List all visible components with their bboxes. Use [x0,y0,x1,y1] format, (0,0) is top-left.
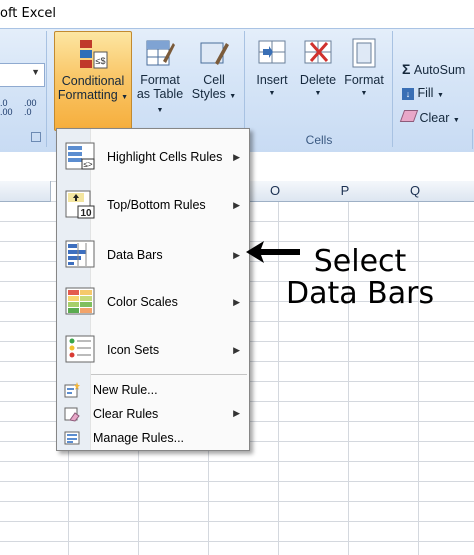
conditional-formatting-menu: ≤> Highlight Cells Rules ▶ 10 Top/Bottom… [56,128,250,451]
cell-styles-label-2: Styles ▼ [191,87,237,101]
manage-rules-icon [64,430,80,446]
eraser-icon [399,110,419,122]
submenu-arrow-icon: ▶ [233,408,240,418]
svg-text:10: 10 [80,208,92,219]
dialog-launcher-icon[interactable] [31,132,41,142]
menu-item-manage-rules[interactable]: Manage Rules... [57,427,249,449]
chevron-down-icon: ▼ [314,90,322,97]
format-as-table-label-1: Format [140,73,180,87]
new-rule-icon [64,382,80,398]
svg-text:≤>: ≤> [83,160,92,169]
format-label: Format [344,73,384,87]
autosum-label: AutoSum [413,63,466,77]
chevron-down-icon: ▼ [31,67,40,77]
color-scales-icon [64,285,96,317]
column-header-q[interactable]: Q [380,181,451,202]
top-bottom-icon: 10 [64,188,96,220]
icon-sets-icon [64,333,96,365]
chevron-down-icon: ▼ [156,107,164,114]
highlight-cells-icon: ≤> [64,140,96,172]
cell-styles-button[interactable]: Cell Styles ▼ [190,31,238,129]
format-cells-button[interactable]: Format ▼ [342,31,386,129]
annotation-line-1: Select [313,244,407,279]
insert-label: Insert [256,73,288,87]
cells-group-label: Cells [305,133,333,147]
insert-cells-icon [257,37,287,69]
window-title: oft Excel [0,6,56,21]
decrease-decimal-button[interactable]: .00 .0 [24,99,44,117]
menu-item-label: Highlight Cells Rules [107,150,223,164]
conditional-formatting-icon: ≤$ [78,38,108,70]
svg-text:≤$: ≤$ [96,56,106,66]
menu-item-clear-rules[interactable]: Clear Rules ▶ [57,403,249,425]
menu-item-new-rule[interactable]: New Rule... [57,379,249,401]
delete-cells-icon [303,37,333,69]
menu-item-data-bars[interactable]: Data Bars ▶ [57,235,249,273]
format-as-table-icon [145,37,175,69]
submenu-arrow-icon: ▶ [233,250,240,260]
delete-label: Delete [299,73,337,87]
submenu-arrow-icon: ▶ [233,152,240,162]
format-cells-icon [349,37,379,69]
cell-styles-icon [199,37,229,69]
chevron-down-icon: ▼ [360,90,368,97]
clear-rules-icon [64,406,80,422]
column-header[interactable] [450,181,474,202]
cell-styles-label-1: Cell [203,73,225,87]
submenu-arrow-icon: ▶ [233,297,240,307]
menu-item-icon-sets[interactable]: Icon Sets ▶ [57,330,249,368]
submenu-arrow-icon: ▶ [233,200,240,210]
annotation-line-2: Data Bars [286,276,435,311]
fill-down-icon: ↓ [402,88,414,100]
fill-label: Fill [417,86,434,100]
menu-item-label: Top/Bottom Rules [107,198,206,212]
autosum-button[interactable]: Σ AutoSum [402,61,474,79]
chevron-down-icon: ▼ [452,117,460,124]
conditional-formatting-label-1: Conditional [61,74,125,88]
menu-item-label: Manage Rules... [93,431,185,445]
chevron-down-icon: ▼ [436,92,444,99]
delete-cells-button[interactable]: Delete ▼ [296,31,340,129]
conditional-formatting-label-2: Formatting ▼ [57,88,129,102]
fill-button[interactable]: ↓ Fill ▼ [402,86,474,104]
menu-item-label: Icon Sets [107,343,160,357]
column-header[interactable] [0,181,51,202]
increase-decimal-button[interactable]: .0 .00 [0,99,16,117]
sigma-icon: Σ [402,61,411,77]
menu-item-top-bottom-rules[interactable]: 10 Top/Bottom Rules ▶ [57,185,249,223]
column-header-o[interactable]: O [240,181,311,202]
format-as-table-button[interactable]: Format as Table ▼ [132,31,188,129]
number-format-dropdown[interactable]: ▼ [0,63,45,87]
menu-item-label: New Rule... [93,383,158,397]
chevron-down-icon: ▼ [229,93,237,100]
submenu-arrow-icon: ▶ [233,345,240,355]
insert-cells-button[interactable]: Insert ▼ [250,31,294,129]
chevron-down-icon: ▼ [121,94,129,101]
menu-item-label: Clear Rules [93,407,159,421]
menu-item-color-scales[interactable]: Color Scales ▶ [57,282,249,320]
clear-label: Clear [419,111,450,125]
annotation-text: Select Data Bars [286,246,434,310]
clear-button[interactable]: Clear ▼ [399,110,474,128]
format-as-table-label-2: as Table ▼ [136,87,184,114]
menu-item-highlight-cells-rules[interactable]: ≤> Highlight Cells Rules ▶ [57,137,249,175]
data-bars-icon [64,238,96,270]
conditional-formatting-button[interactable]: ≤$ Conditional Formatting ▼ [54,31,132,131]
menu-divider [91,374,247,375]
column-header-p[interactable]: P [310,181,381,202]
menu-item-label: Data Bars [107,248,163,262]
title-bar: oft Excel [0,0,474,28]
chevron-down-icon: ▼ [268,90,276,97]
menu-item-label: Color Scales [107,295,178,309]
